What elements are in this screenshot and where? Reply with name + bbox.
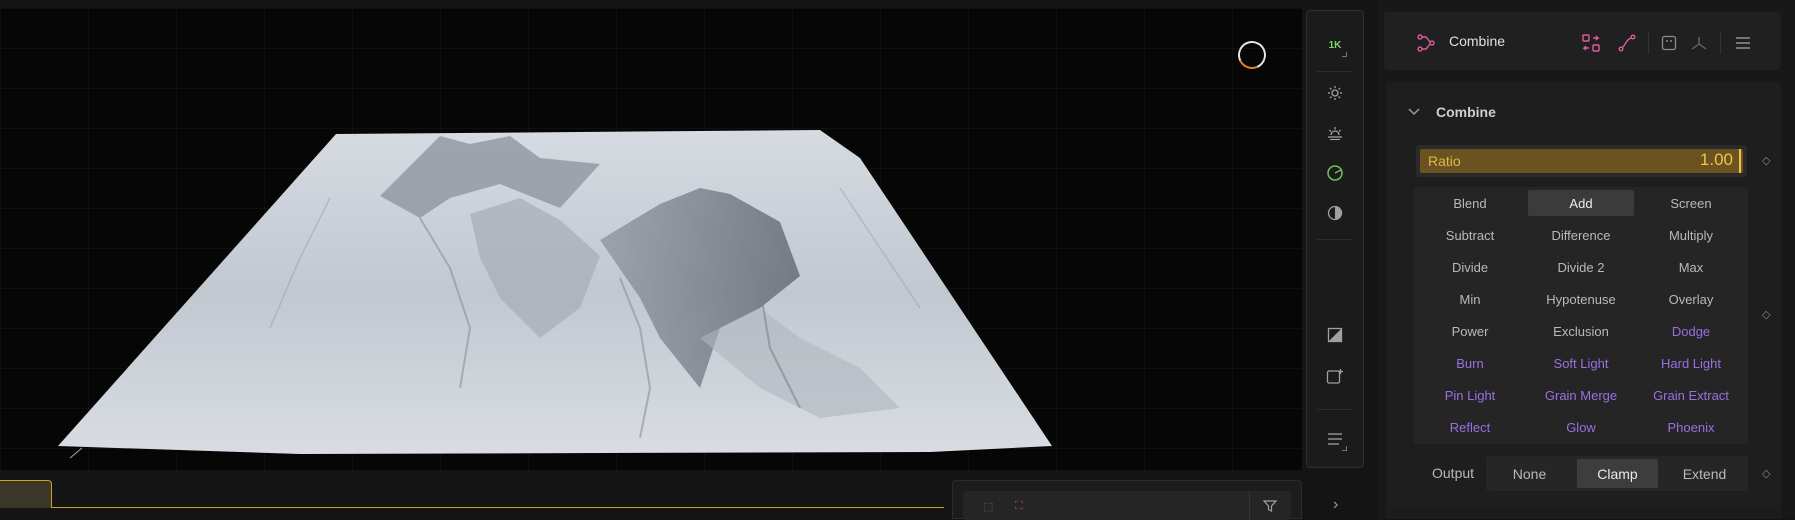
output-label: Output — [1432, 465, 1475, 481]
bottom-tools-bar: ⬚ ⛶ — [963, 491, 1291, 520]
environment-icon[interactable] — [1319, 157, 1351, 189]
filter-icon[interactable] — [1262, 499, 1278, 517]
menu-icon[interactable] — [1732, 32, 1754, 54]
bottom-tools-panel: ⬚ ⛶ — [952, 480, 1302, 520]
blend-mode-screen[interactable]: Screen — [1638, 190, 1744, 216]
blend-mode-soft-light[interactable]: Soft Light — [1528, 350, 1634, 376]
blend-mode-exclusion[interactable]: Exclusion — [1528, 318, 1634, 344]
output-none-button[interactable]: None — [1489, 459, 1570, 488]
blend-mode-phoenix[interactable]: Phoenix — [1638, 414, 1744, 440]
toolbar-divider — [1249, 491, 1250, 520]
viewport-toolbar: 1K — [1306, 10, 1364, 468]
add-frame-icon[interactable] — [1319, 361, 1351, 393]
output-mode-selector: None Clamp Extend — [1486, 456, 1748, 491]
chevron-down-icon[interactable] — [1408, 104, 1420, 119]
header-divider — [1648, 32, 1649, 54]
toolbar-divider — [1317, 239, 1353, 240]
bottom-tab[interactable] — [0, 480, 52, 508]
toolbar-divider — [1317, 409, 1353, 410]
grid-icon[interactable] — [1658, 32, 1680, 54]
keyframe-diamond-icon[interactable]: ◇ — [1762, 467, 1770, 480]
side-strip: › — [1304, 476, 1376, 519]
blend-mode-overlay[interactable]: Overlay — [1638, 286, 1744, 312]
blend-mode-reflect[interactable]: Reflect — [1417, 414, 1523, 440]
curve-icon[interactable] — [1616, 32, 1638, 54]
dropdown-corner-icon — [1342, 52, 1347, 57]
blend-mode-hard-light[interactable]: Hard Light — [1638, 350, 1744, 376]
keyframe-diamond-icon[interactable]: ◇ — [1762, 154, 1770, 167]
blend-mode-min[interactable]: Min — [1417, 286, 1523, 312]
3d-viewport[interactable] — [0, 8, 1302, 470]
blend-mode-dodge[interactable]: Dodge — [1638, 318, 1744, 344]
sunrise-icon[interactable] — [1319, 117, 1351, 149]
axis-icon[interactable] — [1688, 32, 1710, 54]
resolution-label: 1K — [1328, 39, 1342, 51]
section-title: Combine — [1436, 104, 1496, 120]
blend-mode-blend[interactable]: Blend — [1417, 190, 1523, 216]
blend-mode-glow[interactable]: Glow — [1528, 414, 1634, 440]
select-icon[interactable]: ⬚ — [983, 500, 993, 513]
swap-icon[interactable] — [1580, 32, 1602, 54]
output-extend-button[interactable]: Extend — [1664, 459, 1745, 488]
blend-mode-subtract[interactable]: Subtract — [1417, 222, 1523, 248]
contrast-icon[interactable] — [1319, 197, 1351, 229]
header-divider — [1720, 32, 1721, 54]
blend-mode-divide[interactable]: Divide — [1417, 254, 1523, 280]
node-title: Combine — [1449, 33, 1506, 49]
terrain-render — [58, 130, 1052, 459]
focus-icon[interactable]: ⛶ — [1015, 500, 1023, 513]
blend-mode-grain-extract[interactable]: Grain Extract — [1638, 382, 1744, 408]
blend-mode-grain-merge[interactable]: Grain Merge — [1528, 382, 1634, 408]
blend-mode-burn[interactable]: Burn — [1417, 350, 1523, 376]
node-header: Combine — [1384, 12, 1781, 70]
blend-mode-power[interactable]: Power — [1417, 318, 1523, 344]
blend-mode-hypotenuse[interactable]: Hypotenuse — [1528, 286, 1634, 312]
blend-mode-difference[interactable]: Difference — [1528, 222, 1634, 248]
blend-mode-max[interactable]: Max — [1638, 254, 1744, 280]
output-clamp-button[interactable]: Clamp — [1577, 459, 1658, 488]
node-graph-icon — [1416, 33, 1436, 58]
compare-icon[interactable] — [1319, 319, 1351, 351]
next-section — [1386, 508, 1781, 519]
ratio-slider-fill — [1420, 149, 1743, 173]
ratio-slider[interactable]: Ratio 1.00 — [1416, 145, 1747, 177]
blend-mode-divide-2[interactable]: Divide 2 — [1528, 254, 1634, 280]
resolution-button[interactable]: 1K — [1319, 29, 1351, 61]
blend-mode-grid: Blend Add Screen Subtract Difference Multiply… — [1414, 187, 1748, 444]
list-menu-icon[interactable] — [1319, 423, 1351, 455]
text-caret — [1739, 149, 1741, 173]
chevron-right-icon[interactable]: › — [1333, 496, 1338, 514]
sun-icon[interactable] — [1319, 77, 1351, 109]
blend-mode-pin-light[interactable]: Pin Light — [1417, 382, 1523, 408]
ratio-value: 1.00 — [1699, 150, 1733, 169]
bottom-tab-underline — [52, 507, 944, 508]
keyframe-diamond-icon[interactable]: ◇ — [1762, 308, 1770, 321]
blend-mode-multiply[interactable]: Multiply — [1638, 222, 1744, 248]
ratio-label: Ratio — [1428, 153, 1461, 169]
toolbar-divider — [1317, 71, 1353, 72]
blend-mode-add[interactable]: Add — [1528, 190, 1634, 216]
dropdown-corner-icon — [1342, 446, 1347, 451]
